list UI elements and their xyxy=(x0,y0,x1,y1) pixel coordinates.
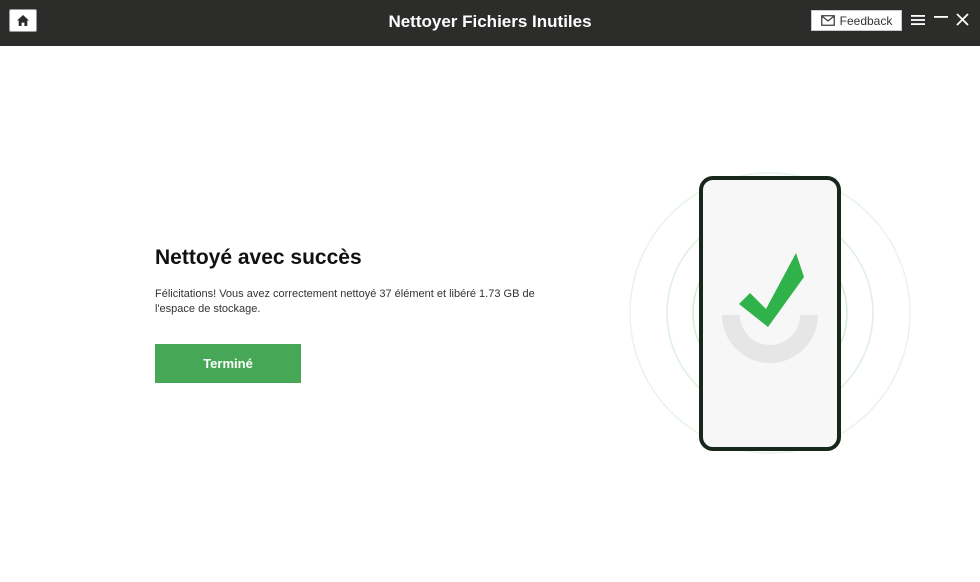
feedback-button[interactable]: Feedback xyxy=(811,10,902,31)
cleaned-phone-illustration xyxy=(620,165,920,465)
home-button[interactable] xyxy=(9,9,37,32)
title-bar: Nettoyer Fichiers Inutiles Feedback xyxy=(0,0,980,46)
done-button[interactable]: Terminé xyxy=(155,344,301,383)
home-icon xyxy=(16,14,30,27)
mail-icon xyxy=(820,15,835,26)
minimize-icon xyxy=(934,11,948,23)
feedback-label: Feedback xyxy=(839,13,893,28)
minimize-button[interactable] xyxy=(932,8,950,26)
close-icon xyxy=(955,12,969,26)
menu-icon xyxy=(911,14,925,26)
close-button[interactable] xyxy=(953,10,971,28)
success-message: Félicitations! Vous avez correctement ne… xyxy=(155,288,535,315)
success-heading: Nettoyé avec succès xyxy=(155,246,362,269)
menu-button[interactable] xyxy=(909,11,927,29)
